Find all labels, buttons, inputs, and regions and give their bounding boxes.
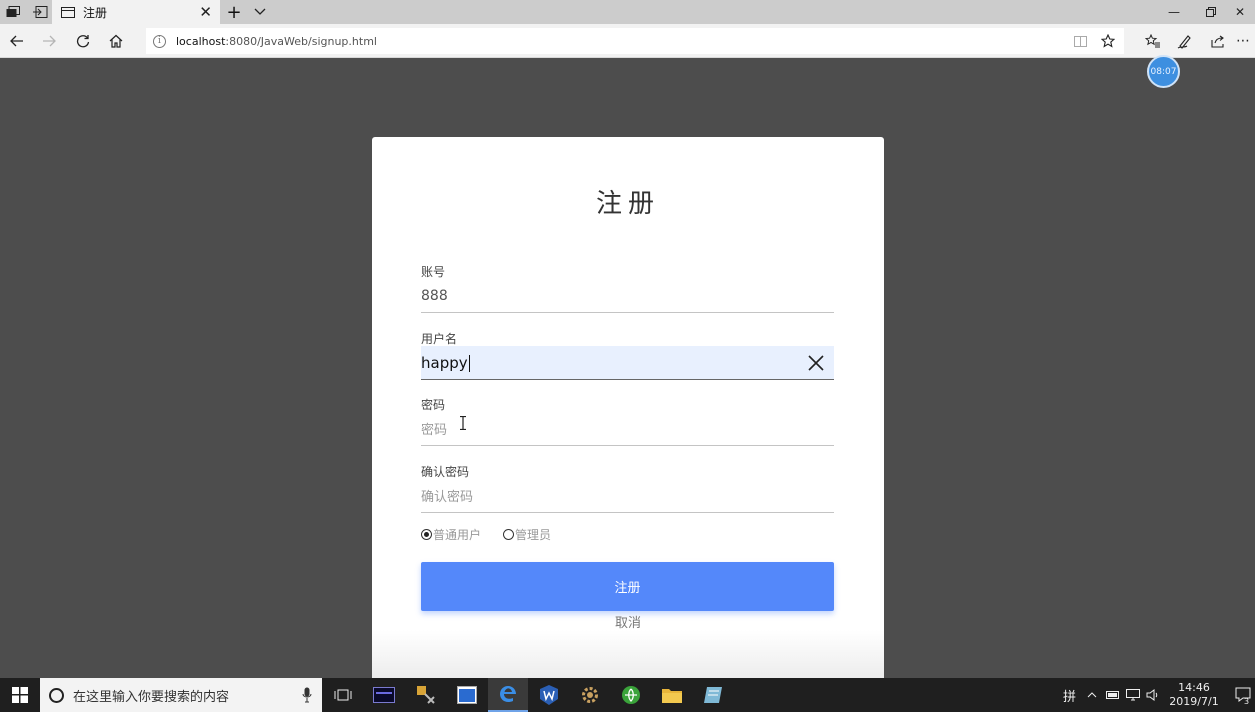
- role-user-label: 普通用户: [433, 528, 482, 542]
- windows-start-icon[interactable]: [0, 678, 40, 712]
- web-note-pen-icon[interactable]: [1170, 24, 1200, 58]
- tab-close-icon[interactable]: ✕: [199, 0, 212, 24]
- signup-button[interactable]: 注册: [421, 562, 834, 611]
- share-icon[interactable]: [1203, 24, 1233, 58]
- browser-toolbar: i localhost:8080/JavaWeb/signup.html ⋯: [0, 24, 1255, 58]
- forward-arrow-icon[interactable]: [34, 24, 64, 58]
- role-admin-label: 管理员: [515, 528, 552, 542]
- username-input[interactable]: happy: [421, 346, 834, 380]
- signup-card: 注册 账号 888 用户名 happy 密码 密码 确认密码 确认密码 普通用户: [372, 137, 884, 678]
- minimize-icon[interactable]: —: [1156, 0, 1192, 24]
- username-field: 用户名 happy: [421, 330, 834, 380]
- account-field: 账号 888: [421, 263, 834, 313]
- confirm-password-placeholder: 确认密码: [421, 490, 474, 505]
- cortana-icon: [49, 687, 64, 703]
- file-explorer-icon[interactable]: [652, 678, 692, 712]
- refresh-icon[interactable]: [68, 24, 98, 58]
- battery-icon[interactable]: [1106, 678, 1120, 712]
- tab-title: 注册: [83, 5, 108, 20]
- notification-count: 3: [1244, 697, 1250, 706]
- tray-chevron-up-icon[interactable]: [1087, 678, 1097, 712]
- radio-unchecked-icon[interactable]: [503, 529, 515, 540]
- confirm-password-field: 确认密码 确认密码: [421, 463, 834, 513]
- account-label: 账号: [421, 265, 446, 279]
- settings-gear-app-icon[interactable]: [570, 678, 610, 712]
- new-tab-icon[interactable]: +: [224, 0, 244, 24]
- more-options-icon[interactable]: ⋯: [1232, 24, 1254, 58]
- page-icon: [61, 6, 75, 18]
- confirm-password-input[interactable]: 确认密码: [421, 479, 834, 513]
- word-app-icon[interactable]: [529, 678, 569, 712]
- radio-checked-icon[interactable]: [421, 529, 432, 540]
- clock-date: 2019/7/1: [1169, 695, 1219, 708]
- role-radio-group: 普通用户 管理员: [421, 526, 573, 543]
- password-field: 密码 密码: [421, 396, 834, 446]
- browser-green-icon[interactable]: [611, 678, 651, 712]
- notification-center-icon[interactable]: 3: [1235, 678, 1251, 712]
- task-view-icon[interactable]: [323, 678, 363, 712]
- close-window-icon[interactable]: ✕: [1225, 0, 1255, 24]
- taskbar-clock[interactable]: 14:46 2019/7/1: [1167, 681, 1221, 709]
- ime-indicator[interactable]: 拼: [1063, 678, 1076, 712]
- terminal-app-icon[interactable]: [364, 678, 404, 712]
- volume-icon[interactable]: [1146, 678, 1160, 712]
- password-input[interactable]: 密码: [421, 412, 834, 446]
- favorites-hub-icon[interactable]: [1138, 24, 1168, 58]
- account-input[interactable]: 888: [421, 279, 834, 313]
- password-placeholder: 密码: [421, 423, 448, 438]
- edge-browser-icon[interactable]: [488, 678, 528, 712]
- address-bar[interactable]: i localhost:8080/JavaWeb/signup.html: [146, 28, 1124, 54]
- page-title: 注册: [595, 189, 660, 219]
- set-aside-tabs-icon[interactable]: [30, 0, 50, 24]
- card-bottom-fade: [372, 630, 884, 678]
- microphone-icon[interactable]: [302, 687, 312, 703]
- text-cursor-icon: [460, 416, 466, 430]
- username-label: 用户名: [421, 332, 458, 346]
- network-icon[interactable]: [1126, 678, 1140, 712]
- username-value: happy: [421, 353, 470, 372]
- role-radio-user[interactable]: 普通用户: [421, 526, 481, 543]
- search-placeholder: 在这里输入你要搜索的内容: [73, 689, 230, 705]
- timer-bubble[interactable]: 08:07: [1147, 55, 1180, 88]
- clock-time: 14:46: [1178, 681, 1210, 694]
- taskbar-search-box[interactable]: 在这里输入你要搜索的内容: [40, 678, 322, 712]
- clear-input-icon[interactable]: [807, 354, 825, 372]
- notebook-app-icon[interactable]: [693, 678, 733, 712]
- favorite-star-icon[interactable]: [1096, 28, 1120, 54]
- restore-icon[interactable]: [1193, 0, 1229, 24]
- cancel-link[interactable]: 取消: [372, 612, 884, 631]
- role-radio-admin[interactable]: 管理员: [503, 526, 551, 543]
- account-value: 888: [421, 287, 448, 304]
- back-arrow-icon[interactable]: [2, 24, 32, 58]
- confirm-password-label: 确认密码: [421, 465, 470, 479]
- home-icon[interactable]: [101, 24, 131, 58]
- browser-tab-signup[interactable]: 注册 ✕: [52, 0, 220, 24]
- window-app-icon[interactable]: [447, 678, 487, 712]
- tab-manager-icon[interactable]: [4, 0, 22, 24]
- tools-app-icon[interactable]: [406, 678, 446, 712]
- reading-view-icon[interactable]: [1068, 28, 1092, 54]
- tab-list-chevron-icon[interactable]: [250, 0, 270, 24]
- windows-taskbar: 在这里输入你要搜索的内容 拼 14:46 2019/7/1 3: [0, 678, 1255, 712]
- browser-tab-strip: 注册 ✕ + — ✕: [0, 0, 1255, 24]
- password-label: 密码: [421, 398, 446, 412]
- site-info-icon[interactable]: i: [153, 34, 166, 48]
- url-text: localhost:8080/JavaWeb/signup.html: [176, 34, 377, 48]
